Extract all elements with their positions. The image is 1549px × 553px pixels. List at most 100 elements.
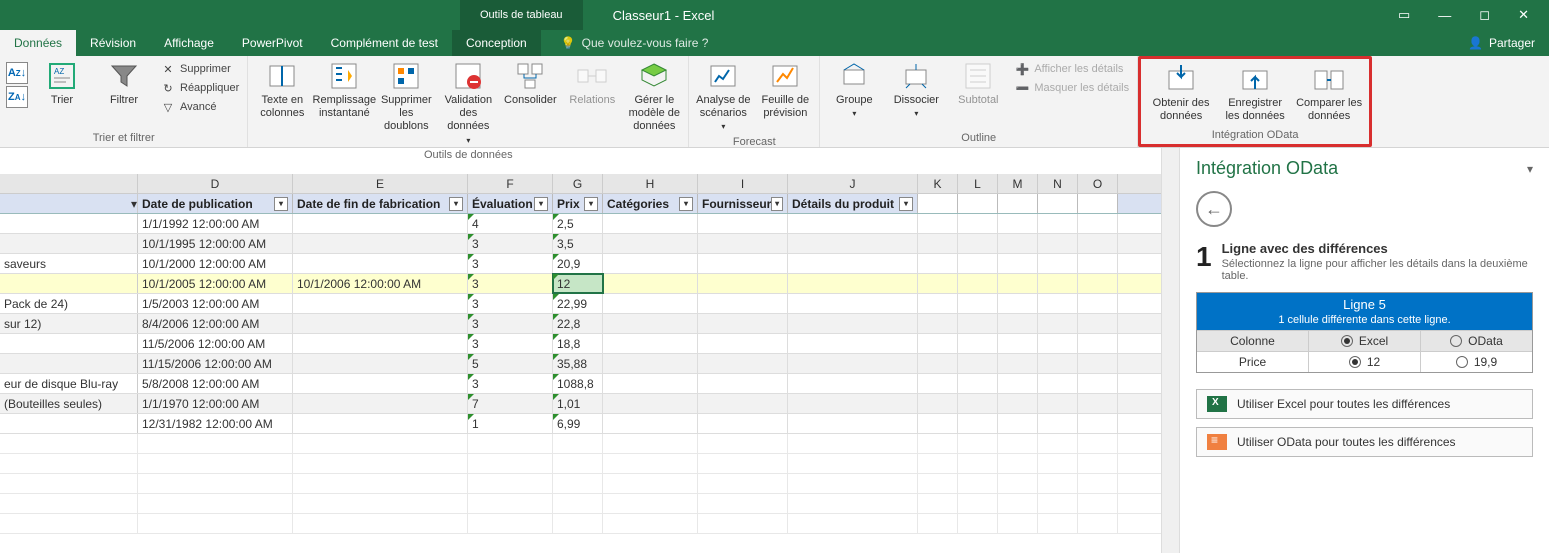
cell[interactable]: 20,9 [553, 254, 603, 273]
cell[interactable] [788, 374, 918, 393]
cell[interactable]: 11/5/2006 12:00:00 AM [138, 334, 293, 353]
cell[interactable]: 3 [468, 294, 553, 313]
cell[interactable]: 1/1/1992 12:00:00 AM [138, 214, 293, 233]
column-header[interactable]: F [468, 174, 553, 193]
use-excel-all-button[interactable]: Utiliser Excel pour toutes les différenc… [1196, 389, 1533, 419]
compare-data-button[interactable]: Comparer les données [1293, 61, 1365, 125]
cell[interactable] [603, 214, 698, 233]
vertical-scrollbar[interactable] [1161, 148, 1179, 553]
back-button[interactable]: ← [1196, 191, 1232, 227]
cell[interactable]: 3 [468, 234, 553, 253]
column-header[interactable]: N [1038, 174, 1078, 193]
filter-dropdown[interactable]: ▾ [899, 197, 913, 211]
cell[interactable] [788, 234, 918, 253]
odata-value-radio[interactable] [1456, 356, 1468, 368]
cell[interactable]: 11/15/2006 12:00:00 AM [138, 354, 293, 373]
cell[interactable] [788, 414, 918, 433]
cell[interactable] [698, 314, 788, 333]
cell[interactable] [698, 234, 788, 253]
cell[interactable]: 4 [468, 214, 553, 233]
table-row[interactable]: 10/1/2005 12:00:00 AM10/1/2006 12:00:00 … [0, 274, 1161, 294]
cell[interactable]: 7 [468, 394, 553, 413]
cell[interactable]: 1,01 [553, 394, 603, 413]
cell[interactable]: 3 [468, 314, 553, 333]
cell[interactable]: 10/1/2005 12:00:00 AM [138, 274, 293, 293]
hide-detail-button[interactable]: ➖Masquer les détails [1010, 79, 1133, 97]
cell[interactable] [603, 294, 698, 313]
filter-button[interactable]: Filtrer [94, 58, 154, 109]
cell[interactable]: 1088,8 [553, 374, 603, 393]
cell[interactable] [293, 234, 468, 253]
cell[interactable] [698, 414, 788, 433]
cell[interactable]: 1 [468, 414, 553, 433]
tab-donnees[interactable]: Données [0, 30, 76, 56]
filter-dropdown[interactable]: ▾ [584, 197, 598, 211]
cell[interactable] [293, 394, 468, 413]
table-column-header[interactable]: Fournisseur▾ [698, 194, 788, 213]
subtotal-button[interactable]: Subtotal [948, 58, 1008, 109]
get-data-button[interactable]: Obtenir des données [1145, 61, 1217, 125]
group-button[interactable]: Groupe▾ [824, 58, 884, 121]
panel-menu-dropdown[interactable]: ▾ [1527, 162, 1533, 176]
column-header[interactable]: L [958, 174, 998, 193]
cell[interactable] [788, 334, 918, 353]
column-header[interactable]: O [1078, 174, 1118, 193]
cell[interactable] [603, 414, 698, 433]
share-button[interactable]: 👤 Partager [1454, 30, 1549, 56]
excel-value-radio[interactable] [1349, 356, 1361, 368]
cell[interactable] [788, 254, 918, 273]
filter-dropdown[interactable]: ▾ [274, 197, 288, 211]
table-row[interactable]: 11/5/2006 12:00:00 AM318,8 [0, 334, 1161, 354]
cell[interactable] [698, 374, 788, 393]
cell[interactable] [698, 354, 788, 373]
remove-duplicates-button[interactable]: Supprimer les doublons [376, 58, 436, 136]
table-column-header[interactable]: Prix▾ [553, 194, 603, 213]
save-data-button[interactable]: Enregistrer les données [1219, 61, 1291, 125]
cell[interactable] [293, 314, 468, 333]
table-row[interactable]: 1/1/1992 12:00:00 AM42,5 [0, 214, 1161, 234]
filter-dropdown[interactable]: ▾ [534, 197, 548, 211]
cell[interactable] [293, 334, 468, 353]
cell[interactable]: 10/1/2006 12:00:00 AM [293, 274, 468, 293]
column-header[interactable]: K [918, 174, 958, 193]
cell[interactable] [293, 214, 468, 233]
cell[interactable] [293, 414, 468, 433]
cell[interactable] [788, 214, 918, 233]
cell[interactable]: 12 [553, 274, 603, 293]
data-validation-button[interactable]: Validation des données▾ [438, 58, 498, 147]
filter-dropdown[interactable]: ▾ [679, 197, 693, 211]
text-to-columns-button[interactable]: Texte en colonnes [252, 58, 312, 122]
column-header[interactable]: E [293, 174, 468, 193]
sort-asc-button[interactable]: AZ↓ [6, 62, 28, 84]
cell[interactable]: 8/4/2006 12:00:00 AM [138, 314, 293, 333]
flash-fill-button[interactable]: Remplissage instantané [314, 58, 374, 122]
cell[interactable] [698, 294, 788, 313]
cell[interactable]: 18,8 [553, 334, 603, 353]
cell[interactable] [293, 294, 468, 313]
cell[interactable]: 1/5/2003 12:00:00 AM [138, 294, 293, 313]
cell[interactable]: 6,99 [553, 414, 603, 433]
tell-me-search[interactable]: 💡 Que voulez-vous faire ? [561, 30, 709, 56]
table-row[interactable]: 10/1/1995 12:00:00 AM33,5 [0, 234, 1161, 254]
table-row[interactable]: eur de disque Blu-ray5/8/2008 12:00:00 A… [0, 374, 1161, 394]
table-row[interactable]: Pack de 24)1/5/2003 12:00:00 AM322,99 [0, 294, 1161, 314]
column-header[interactable]: H [603, 174, 698, 193]
tab-powerpivot[interactable]: PowerPivot [228, 30, 317, 56]
cell[interactable] [603, 314, 698, 333]
table-column-header[interactable]: Détails du produit▾ [788, 194, 918, 213]
cell[interactable]: 3 [468, 274, 553, 293]
table-column-header[interactable]: Évaluation▾ [468, 194, 553, 213]
cell[interactable] [698, 214, 788, 233]
cell[interactable] [603, 334, 698, 353]
cell[interactable] [788, 314, 918, 333]
table-row[interactable]: sur 12)8/4/2006 12:00:00 AM322,8 [0, 314, 1161, 334]
column-header[interactable]: J [788, 174, 918, 193]
cell[interactable]: 3 [468, 374, 553, 393]
data-model-button[interactable]: Gérer le modèle de données [624, 58, 684, 136]
cell[interactable] [698, 334, 788, 353]
forecast-sheet-button[interactable]: Feuille de prévision [755, 58, 815, 122]
clear-filter-button[interactable]: ✕Supprimer [156, 60, 243, 78]
cell[interactable]: 22,8 [553, 314, 603, 333]
table-row[interactable]: 11/15/2006 12:00:00 AM535,88 [0, 354, 1161, 374]
minimize-icon[interactable]: — [1438, 8, 1451, 23]
